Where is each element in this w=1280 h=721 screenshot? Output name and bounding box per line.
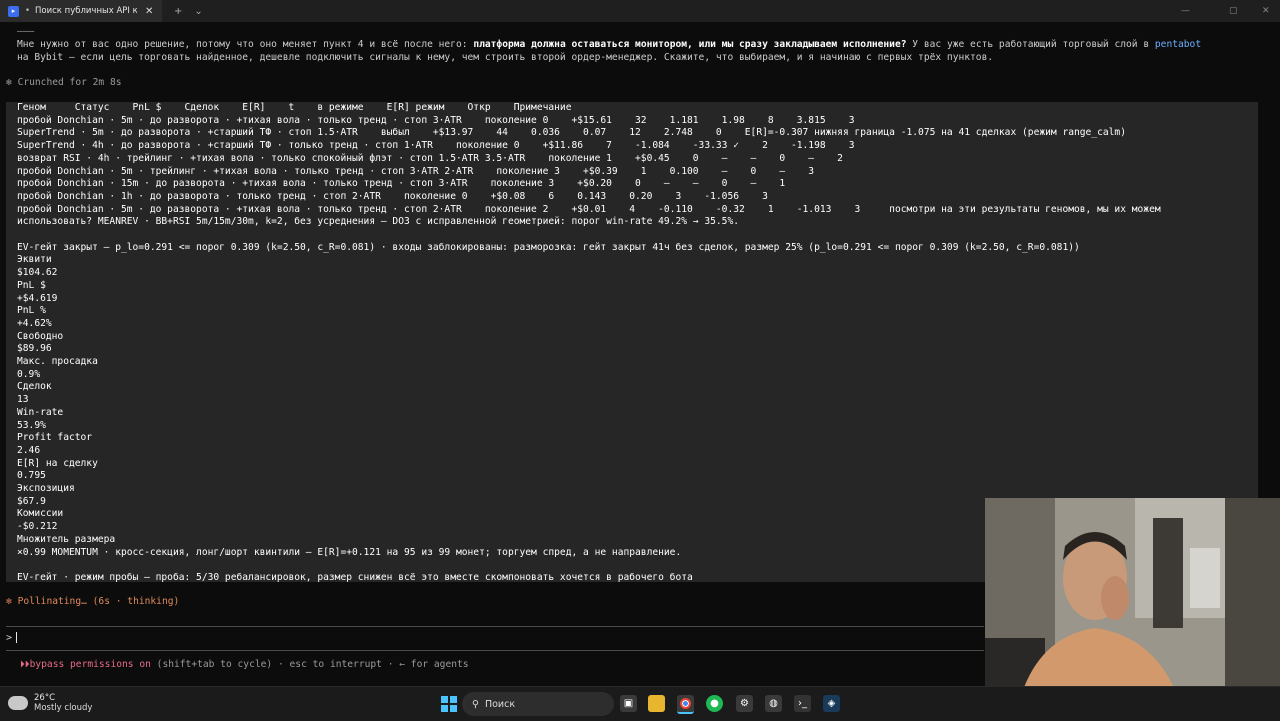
intro-text-a: Мне нужно от вас одно решение, потому чт… (17, 39, 474, 50)
taskbar: 26°C Mostly cloudy ⚲ Поиск ▣ ● ⚙ ◍ ›_ ◈ (0, 686, 1280, 721)
start-windows-icon[interactable] (440, 695, 457, 712)
prompt-input[interactable]: > (6, 632, 18, 644)
input-bottom-rule (6, 650, 984, 651)
pasted-line: ×0.99 MOMENTUM · кросс-секция, лонг/шорт… (17, 546, 682, 558)
pasted-line: 0.9% (17, 368, 41, 380)
pasted-line: 0.795 (17, 470, 46, 482)
pentabot-link[interactable]: pentabot (1155, 39, 1201, 50)
app-icon[interactable]: ◍ (765, 695, 782, 712)
status-line: ✻ Pollinating… (6s · thinking) (6, 596, 179, 609)
tab-dropdown-button[interactable]: ⌄ (194, 6, 202, 17)
spinner-icon: ✻ (6, 596, 18, 607)
pasted-line: -$0.212 (17, 521, 58, 533)
search-icon: ⚲ (472, 698, 479, 710)
weather-cloud-icon (8, 696, 28, 710)
intro-text-c: У вас уже есть работающий торговый слой … (906, 39, 1155, 50)
terminal-taskbar-icon[interactable]: ›_ (794, 695, 811, 712)
pasted-line: $67.9 (17, 495, 46, 507)
crunched-line: ✻ Crunched for 2m 8s (6, 77, 122, 90)
pasted-line: PnL % (17, 305, 46, 317)
pasted-line: 13 (17, 394, 29, 406)
footer-hint: (shift+tab to cycle) · esc to interrupt … (150, 659, 469, 670)
mode-footer: ⏵⏵bypass permissions on (shift+tab to cy… (20, 659, 469, 672)
title-bar: ▸ • Поиск публичных API криптобирж ✕ + ⌄… (0, 0, 1280, 22)
steam-icon[interactable]: ◈ (823, 695, 840, 712)
pasted-line: +4.62% (17, 317, 52, 329)
pasted-line: Геном Статус PnL $ Сделок E[R] t в режим… (17, 102, 572, 113)
weather-desc: Mostly cloudy (34, 703, 93, 713)
pasted-line: пробой Donchian · 15m · до разворота · +… (17, 178, 786, 190)
search-placeholder: Поиск (484, 698, 516, 710)
pasted-line: 2.46 (17, 444, 41, 456)
bypass-label[interactable]: bypass permissions on (30, 659, 151, 670)
intro-line-2: на Bybit — если цель торговать найденное… (17, 52, 994, 63)
pasted-line: возврат RSI · 4h · трейлинг · +тихая вол… (17, 152, 843, 164)
divider-text: ——— (17, 26, 35, 37)
pasted-line: SuperTrend · 4h · до разворота · +старши… (17, 140, 855, 152)
tab-title: Поиск публичных API криптобирж (35, 6, 138, 16)
pasted-line: Эквити (17, 254, 52, 266)
pasted-line: Сделок (17, 381, 52, 393)
pasted-line: пробой Donchian · 5m · до разворота · +т… (17, 203, 1161, 215)
pasted-line: Свободно (17, 330, 64, 342)
pasted-line: Win-rate (17, 406, 64, 418)
pasted-line: Profit factor (17, 432, 93, 444)
pasted-line: E[R] на сделку (17, 457, 98, 469)
pasted-line: пробой Donchian · 5m · до разворота · +т… (17, 114, 855, 126)
intro-text-bold: платформа должна оставаться монитором, и… (473, 39, 907, 50)
weather-widget[interactable]: 26°C Mostly cloudy (8, 693, 92, 713)
task-view-icon[interactable]: ▣ (620, 695, 637, 712)
pasted-line: Комиссии (17, 508, 64, 520)
tab-close-icon[interactable]: ✕ (145, 6, 153, 17)
pasted-line: Множитель размера (17, 533, 116, 545)
activity-dot: • (25, 6, 31, 16)
terminal-app-icon: ▸ (8, 5, 19, 17)
file-explorer-icon[interactable] (648, 695, 665, 712)
pasted-line: +$4.619 (17, 292, 58, 304)
pasted-line: Экспозиция (17, 483, 75, 494)
pasted-line: EV-гейт · режим пробы — проба: 5/30 реба… (17, 571, 693, 583)
pasted-line: пробой Donchian · 1h · до разворота · то… (17, 190, 768, 202)
prompt-symbol: > (6, 632, 13, 644)
pasted-line: PnL $ (17, 279, 46, 291)
text-cursor (16, 632, 18, 643)
input-top-rule (6, 626, 984, 627)
crunched-text: Crunched for 2m 8s (17, 77, 122, 88)
pasted-line: 53.9% (17, 419, 46, 431)
pasted-line: $89.96 (17, 343, 52, 355)
pasted-line: EV-гейт закрыт — p_lo=0.291 <= порог 0.3… (17, 241, 1080, 253)
pasted-line: SuperTrend · 5m · до разворота · +старши… (17, 127, 1126, 139)
new-tab-button[interactable]: + (174, 6, 182, 17)
chrome-icon[interactable] (677, 695, 694, 714)
pasted-line: $104.62 (17, 267, 58, 279)
pasted-line: Макс. просадка (17, 356, 98, 367)
pasted-line: пробой Donchian · 5m · трейлинг · +тихая… (17, 165, 815, 177)
asterisk-icon: ✻ (6, 77, 18, 88)
maximize-button[interactable]: ▢ (1229, 0, 1238, 22)
close-window-button[interactable]: ✕ (1262, 0, 1270, 22)
weather-temp: 26°C (34, 693, 56, 703)
pasted-line: использовать? MEANREV · BB+RSI 5m/15m/30… (17, 216, 739, 228)
intro-line-1: Мне нужно от вас одно решение, потому чт… (17, 39, 1201, 52)
taskbar-search[interactable]: ⚲ Поиск (462, 692, 614, 716)
chat-app-icon[interactable]: ● (706, 695, 723, 712)
tab-terminal[interactable]: ▸ • Поиск публичных API криптобирж ✕ (0, 0, 162, 22)
tool-icon[interactable]: ⚙ (736, 695, 753, 712)
status-text: Pollinating… (6s · thinking) (17, 596, 180, 607)
bypass-arrows-icon: ⏵⏵ (20, 659, 30, 670)
minimize-button[interactable]: — (1181, 0, 1190, 22)
